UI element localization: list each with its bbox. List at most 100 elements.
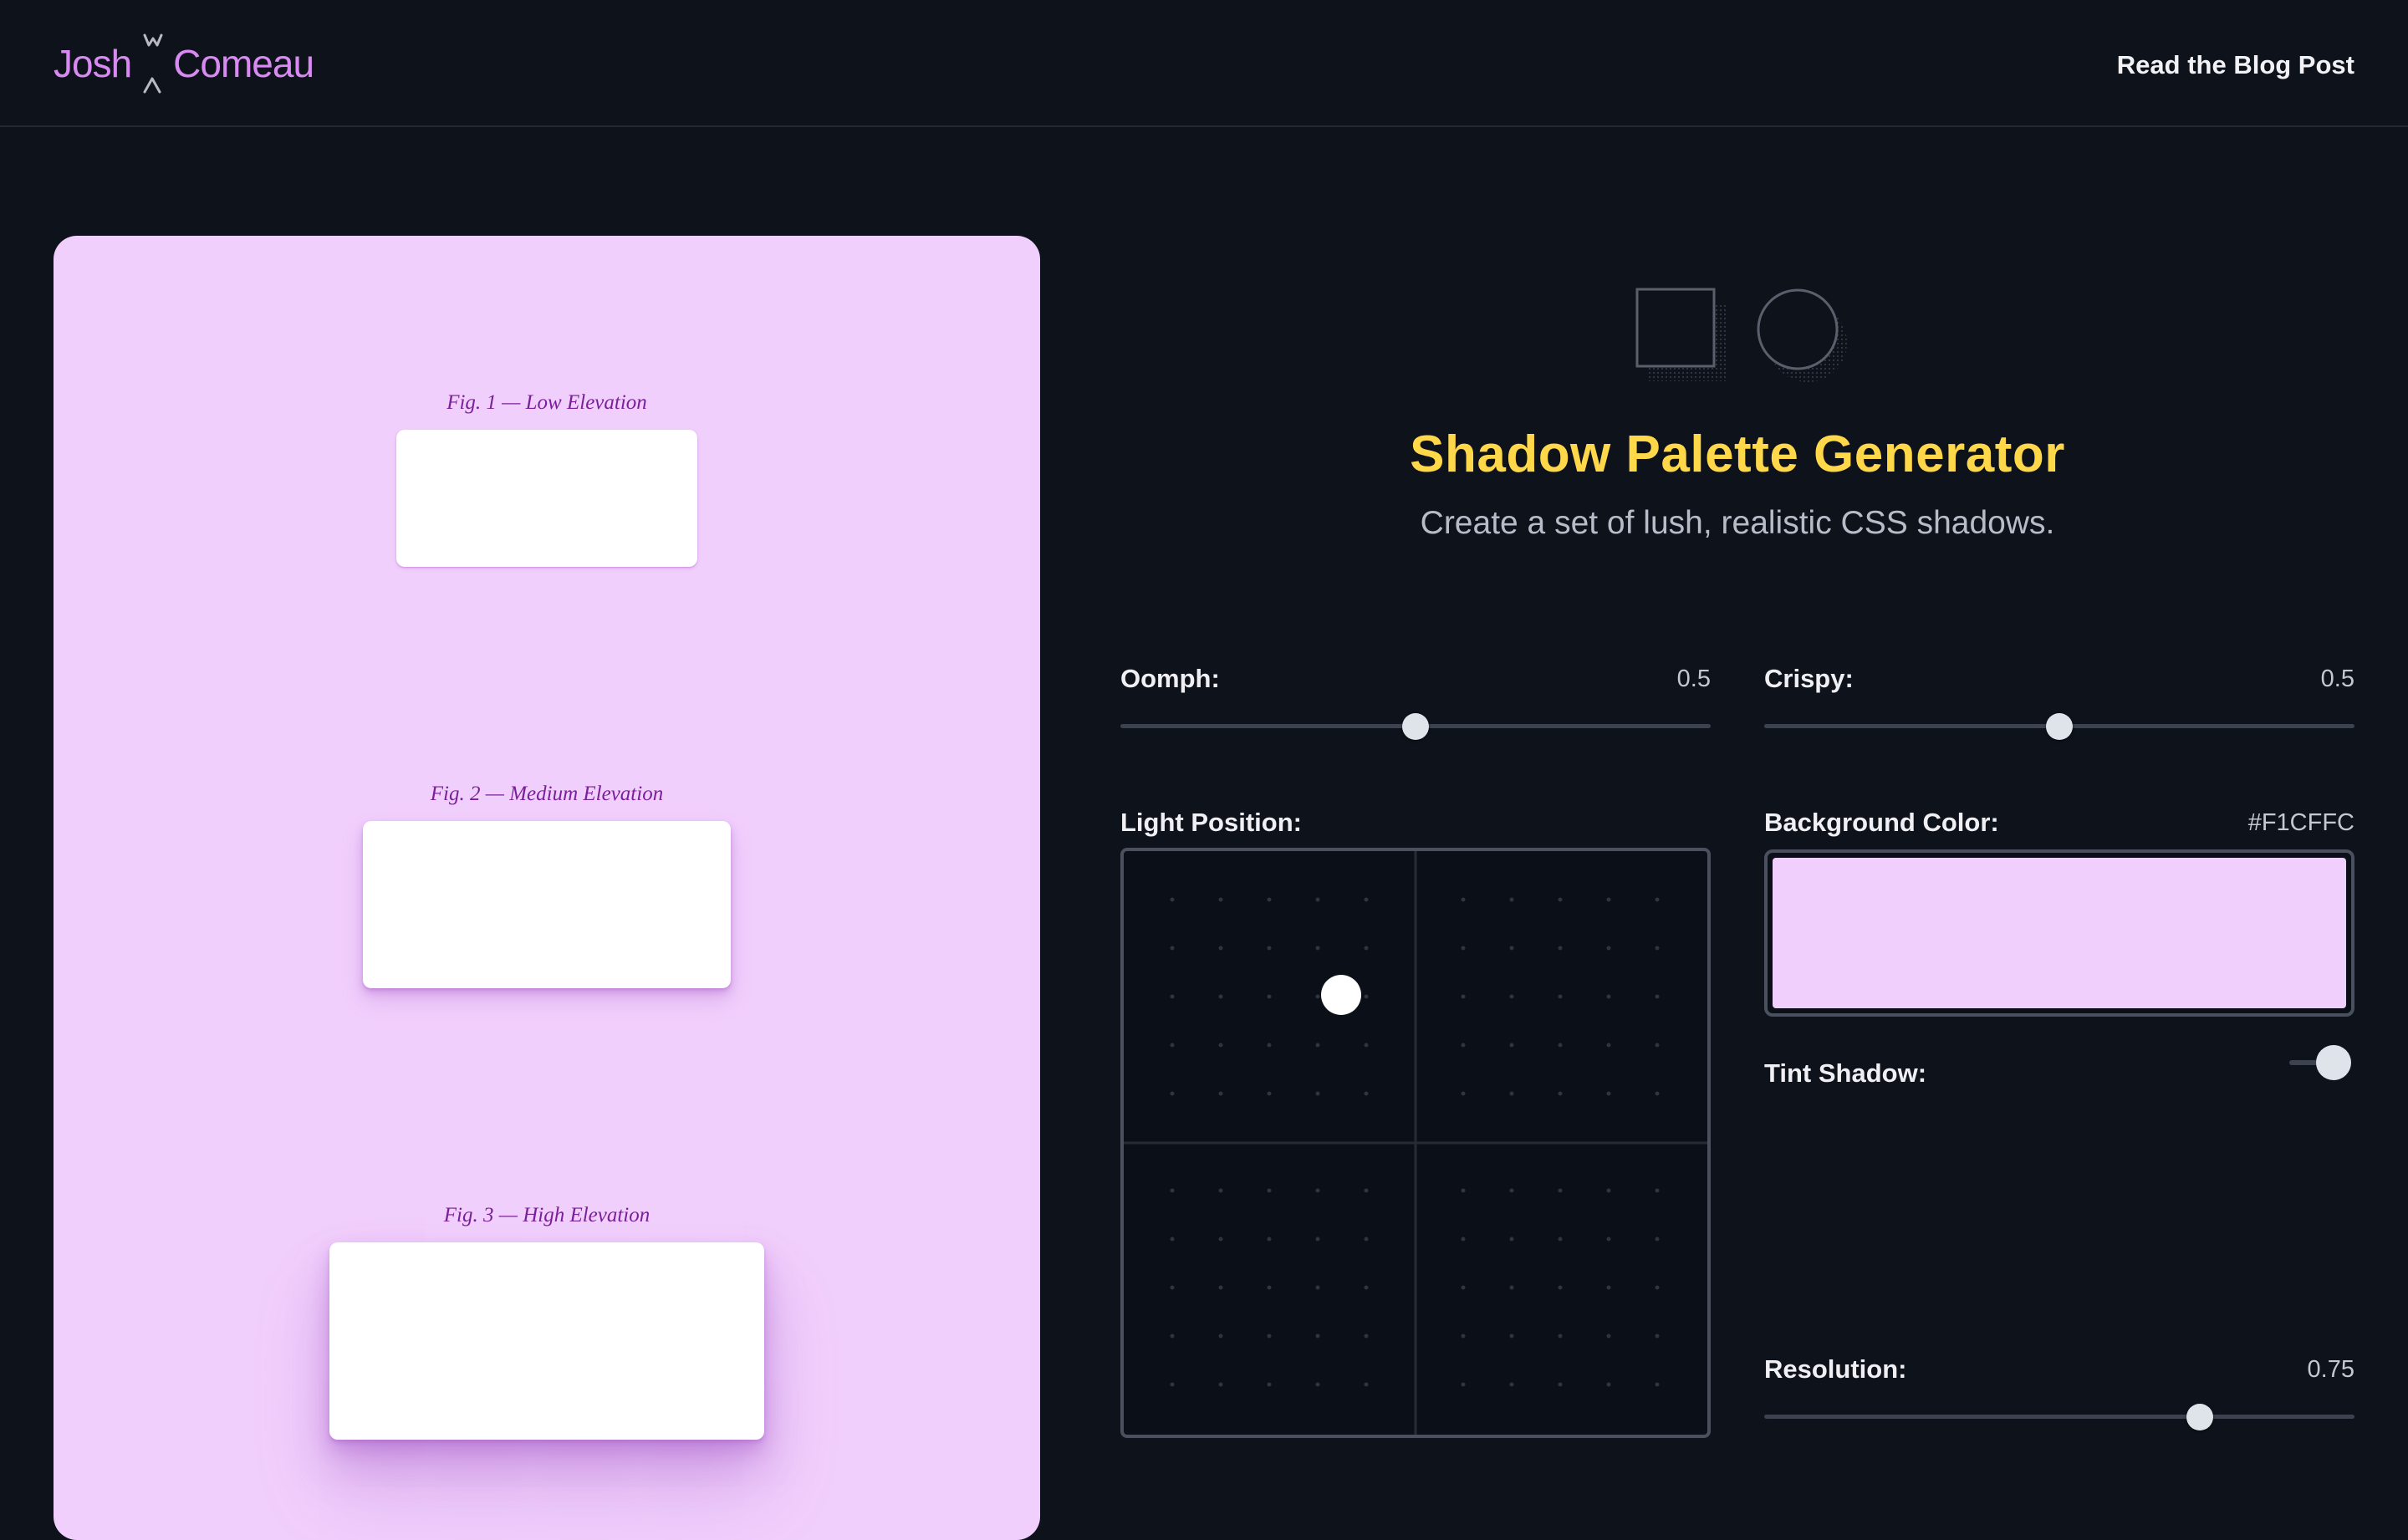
crispy-slider-thumb[interactable]: [2046, 713, 2073, 740]
light-grid-dot: [1170, 1091, 1175, 1096]
read-blog-post-link[interactable]: Read the Blog Post: [2117, 50, 2354, 80]
light-grid-dot: [1170, 1188, 1175, 1193]
background-color-swatch[interactable]: [1773, 858, 2346, 1008]
light-grid-dot: [1606, 946, 1611, 951]
light-grid-dot: [1315, 1237, 1320, 1242]
light-grid-dot: [1364, 897, 1369, 902]
shadow-preview-panel: Fig. 1 — Low Elevation Fig. 2 — Medium E…: [54, 236, 1040, 1540]
low-elevation-card: [396, 430, 697, 567]
light-grid-dot: [1267, 1091, 1272, 1096]
light-grid-dot: [1558, 1333, 1563, 1339]
light-grid-dot: [1364, 1188, 1369, 1193]
background-color-picker[interactable]: [1764, 849, 2354, 1017]
light-grid-dot: [1364, 1091, 1369, 1096]
light-grid-dot: [1509, 897, 1514, 902]
light-grid-dot: [1218, 1043, 1223, 1048]
light-grid-dot: [1267, 897, 1272, 902]
light-grid-dot: [1364, 1285, 1369, 1290]
light-grid-dot: [1655, 994, 1660, 999]
logo-first-name: Josh: [54, 42, 132, 85]
tint-shadow-label: Tint Shadow:: [1764, 1058, 1927, 1088]
resolution-value: 0.75: [2307, 1356, 2354, 1383]
light-grid-dot: [1461, 946, 1466, 951]
light-grid-dot: [1315, 1043, 1320, 1048]
tint-shadow-toggle[interactable]: [2316, 1045, 2351, 1080]
light-grid-dot: [1218, 1237, 1223, 1242]
light-position-handle[interactable]: [1321, 975, 1361, 1015]
light-grid-dot: [1267, 1043, 1272, 1048]
square-shadow-icon: [1635, 288, 1726, 381]
light-grid-dot: [1267, 1382, 1272, 1387]
light-grid-dot: [1606, 1285, 1611, 1290]
light-grid-dot: [1558, 1382, 1563, 1387]
light-grid-dot: [1364, 1333, 1369, 1339]
logo-link[interactable]: Josh Comeau: [54, 30, 314, 97]
light-grid-dot: [1461, 1237, 1466, 1242]
light-grid-dot: [1509, 994, 1514, 999]
figure-caption-low: Fig. 1 — Low Elevation: [446, 391, 647, 414]
light-grid-dot: [1558, 1043, 1563, 1048]
page-title: Shadow Palette Generator: [1410, 426, 2065, 483]
light-grid-dot: [1558, 897, 1563, 902]
light-grid-dot: [1170, 946, 1175, 951]
light-grid-dot: [1170, 1237, 1175, 1242]
light-grid-dot: [1461, 897, 1466, 902]
light-grid-dot: [1558, 1237, 1563, 1242]
light-grid-dot: [1461, 1333, 1466, 1339]
light-position-label: Light Position:: [1120, 808, 1302, 837]
light-grid-dot: [1461, 1043, 1466, 1048]
light-grid-dot: [1655, 1043, 1660, 1048]
light-position-pad[interactable]: [1120, 848, 1711, 1438]
light-grid-dot: [1218, 994, 1223, 999]
page-subtitle: Create a set of lush, realistic CSS shad…: [1420, 505, 2055, 541]
light-grid-dot: [1509, 1043, 1514, 1048]
light-grid-dot: [1558, 1188, 1563, 1193]
light-grid-dot: [1267, 1237, 1272, 1242]
light-grid-dot: [1218, 897, 1223, 902]
light-grid-dot: [1267, 994, 1272, 999]
light-grid-dot: [1315, 897, 1320, 902]
light-grid-dot: [1170, 1382, 1175, 1387]
light-grid-dot: [1558, 1285, 1563, 1290]
light-grid-dot: [1509, 1237, 1514, 1242]
light-grid-dot: [1606, 994, 1611, 999]
light-grid-dot: [1606, 1043, 1611, 1048]
resolution-slider-thumb[interactable]: [2186, 1404, 2213, 1430]
light-grid-dot: [1606, 1237, 1611, 1242]
light-grid-dot: [1364, 1382, 1369, 1387]
logo-last-name: Comeau: [173, 42, 314, 85]
light-grid-dot: [1218, 1285, 1223, 1290]
resolution-slider-track[interactable]: [1764, 1415, 2354, 1419]
medium-elevation-card: [363, 821, 731, 988]
background-color-label: Background Color:: [1764, 808, 1999, 837]
light-grid-dot: [1364, 994, 1369, 999]
oomph-slider-thumb[interactable]: [1402, 713, 1429, 740]
light-grid-dot: [1655, 1091, 1660, 1096]
light-grid-dot: [1267, 1333, 1272, 1339]
light-grid-dot: [1655, 897, 1660, 902]
light-grid-dot: [1315, 1188, 1320, 1193]
oomph-value: 0.5: [1676, 665, 1711, 692]
crispy-value: 0.5: [2320, 665, 2354, 692]
oomph-label: Oomph:: [1120, 664, 1220, 693]
light-grid-dot: [1606, 897, 1611, 902]
light-grid-dot: [1655, 1188, 1660, 1193]
light-grid-dot: [1218, 1333, 1223, 1339]
light-grid-dot: [1461, 1091, 1466, 1096]
light-grid-dot: [1655, 1285, 1660, 1290]
hero-icons: [1635, 288, 1853, 388]
figure-caption-high: Fig. 3 — High Elevation: [443, 1204, 650, 1226]
light-grid-dot: [1170, 1285, 1175, 1290]
light-grid-dot: [1655, 1333, 1660, 1339]
light-grid-dot: [1509, 1188, 1514, 1193]
light-grid-dot: [1364, 1237, 1369, 1242]
light-grid-dot: [1267, 1285, 1272, 1290]
logo-mark-icon: [138, 30, 170, 97]
light-grid-dot: [1461, 1188, 1466, 1193]
light-grid-dot: [1509, 946, 1514, 951]
light-grid-dot: [1315, 1285, 1320, 1290]
light-grid-dot: [1509, 1333, 1514, 1339]
light-grid-dot: [1461, 994, 1466, 999]
light-grid-dot: [1170, 994, 1175, 999]
light-grid-dot: [1606, 1188, 1611, 1193]
